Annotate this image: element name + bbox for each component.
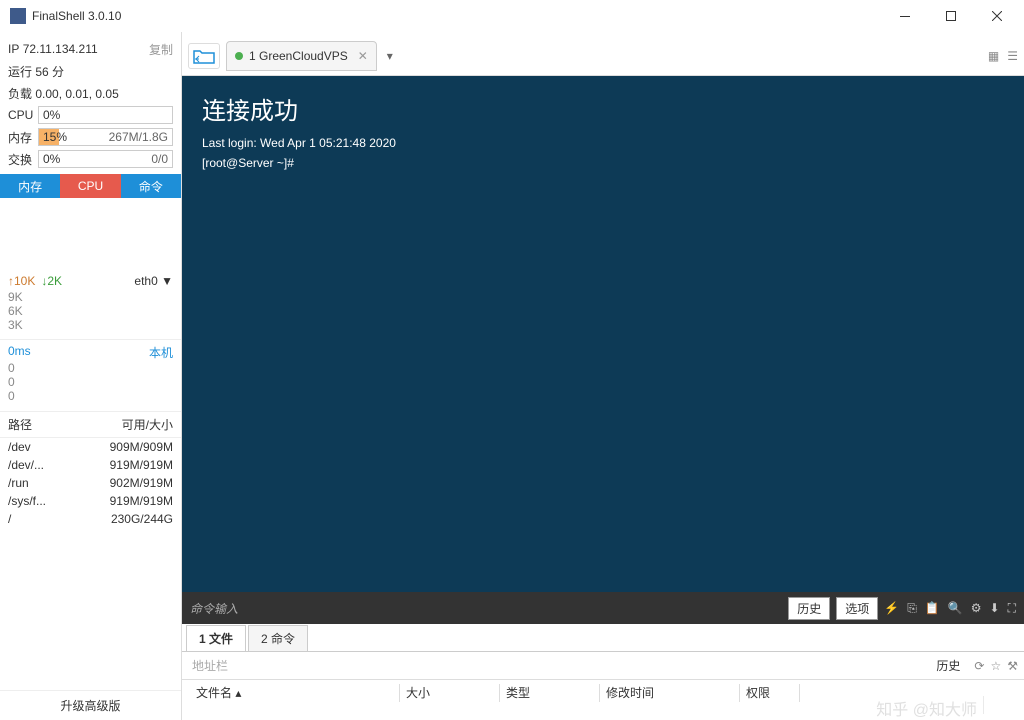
ip-label: IP	[8, 42, 19, 56]
load-value: 负载 0.00, 0.01, 0.05	[8, 85, 119, 102]
col-perm[interactable]: 权限	[740, 684, 800, 702]
tab-command[interactable]: 命令	[121, 174, 181, 198]
cpu-meter: 0%	[38, 106, 173, 124]
term-prompt: [root@Server ~]#	[202, 153, 1004, 173]
mem-meter: 15% 267M/1.8G	[38, 128, 173, 146]
bolt-icon[interactable]: ⚡	[884, 601, 899, 615]
copy-ip-button[interactable]: 复制	[149, 41, 173, 58]
ip-value: 72.11.134.211	[23, 42, 149, 56]
tab-menu-icon[interactable]: ▾	[387, 49, 393, 63]
paste-icon[interactable]: 📋	[925, 601, 940, 615]
titlebar: FinalShell 3.0.10	[0, 0, 1024, 32]
disk-row[interactable]: /sys/f...919M/919M	[0, 492, 181, 510]
terminal[interactable]: 连接成功 Last login: Wed Apr 1 05:21:48 2020…	[182, 76, 1024, 592]
refresh-icon[interactable]: ⟳	[974, 659, 984, 673]
tab-close-icon[interactable]: ✕	[358, 49, 368, 63]
gear-icon[interactable]: ⚙	[971, 601, 982, 615]
col-type[interactable]: 类型	[500, 684, 600, 702]
ping-location[interactable]: 本机	[149, 344, 173, 361]
command-bar: 命令输入 历史 选项 ⚡ ⎘ 📋 🔍 ⚙ ⬇ ⛶	[182, 592, 1024, 624]
tools-icon[interactable]: ⚒	[1007, 659, 1018, 673]
ping-ms: 0ms	[8, 344, 31, 361]
sidebar: IP 72.11.134.211 复制 运行 56 分 负载 0.00, 0.0…	[0, 32, 182, 720]
window-title: FinalShell 3.0.10	[32, 9, 882, 23]
disk-row[interactable]: /230G/244G	[0, 510, 181, 528]
download-icon[interactable]: ⬇	[990, 601, 1000, 615]
address-input[interactable]: 地址栏	[188, 655, 922, 676]
cpu-label: CPU	[8, 108, 38, 122]
disk-col-size: 可用/大小	[122, 416, 173, 433]
term-line: Last login: Wed Apr 1 05:21:48 2020	[202, 133, 1004, 153]
status-dot-icon	[235, 52, 243, 60]
ping-chart: 0ms 本机 0 0 0	[0, 340, 181, 412]
mem-label: 内存	[8, 129, 38, 146]
network-chart: ↑10K ↓2K eth0 ▼ 9K 6K 3K	[0, 268, 181, 340]
disk-row[interactable]: /dev909M/909M	[0, 438, 181, 456]
history-button[interactable]: 历史	[788, 597, 830, 620]
upgrade-button[interactable]: 升级高级版	[0, 690, 181, 720]
watermark: 知乎 @知大师	[870, 696, 984, 714]
file-tab[interactable]: 1 文件	[186, 625, 246, 651]
bookmark-icon[interactable]: ☆	[990, 659, 1001, 673]
tab-label: 1 GreenCloudVPS	[249, 49, 348, 63]
swap-meter: 0% 0/0	[38, 150, 173, 168]
grid-view-icon[interactable]: ▦	[988, 49, 999, 63]
bottom-panel: 1 文件 2 命令 地址栏 历史 ⟳ ☆ ⚒ 文件名 ▴ 大小 类型 修改时间 …	[182, 624, 1024, 720]
disk-row[interactable]: /dev/...919M/919M	[0, 456, 181, 474]
folder-icon[interactable]	[188, 43, 220, 69]
swap-label: 交换	[8, 151, 38, 168]
search-icon[interactable]: 🔍	[948, 601, 963, 615]
app-logo-icon	[10, 8, 26, 24]
disk-list: 路径 可用/大小 /dev909M/909M/dev/...919M/919M/…	[0, 412, 181, 690]
maximize-button[interactable]	[928, 0, 974, 32]
tab-memory[interactable]: 内存	[0, 174, 60, 198]
net-interface-select[interactable]: eth0 ▼	[134, 274, 173, 288]
address-history-button[interactable]: 历史	[928, 655, 968, 676]
disk-row[interactable]: /run902M/919M	[0, 474, 181, 492]
disk-col-path: 路径	[8, 416, 58, 433]
sort-icon[interactable]: ▴	[235, 686, 241, 700]
close-button[interactable]	[974, 0, 1020, 32]
stat-tabs: 内存 CPU 命令	[0, 174, 181, 198]
col-size[interactable]: 大小	[400, 684, 500, 702]
session-tab[interactable]: 1 GreenCloudVPS ✕	[226, 41, 377, 71]
uptime-value: 运行 56 分	[8, 63, 64, 80]
file-header: 文件名 ▴ 大小 类型 修改时间 权限 知乎 @知大师	[182, 680, 1024, 720]
term-line: 连接成功	[202, 92, 1004, 133]
list-view-icon[interactable]: ☰	[1007, 49, 1018, 63]
net-down: ↓2K	[41, 274, 62, 288]
net-up: ↑10K	[8, 274, 35, 288]
options-button[interactable]: 选项	[836, 597, 878, 620]
command-input[interactable]: 命令输入	[190, 600, 782, 617]
tab-cpu[interactable]: CPU	[60, 174, 120, 198]
col-mtime[interactable]: 修改时间	[600, 684, 740, 702]
minimize-button[interactable]	[882, 0, 928, 32]
col-filename[interactable]: 文件名	[196, 686, 232, 700]
fullscreen-icon[interactable]: ⛶	[1008, 601, 1016, 616]
command-tab[interactable]: 2 命令	[248, 625, 308, 651]
session-tabbar: 1 GreenCloudVPS ✕ ▾ ▦ ☰	[182, 32, 1024, 76]
copy-icon[interactable]: ⎘	[907, 601, 917, 616]
